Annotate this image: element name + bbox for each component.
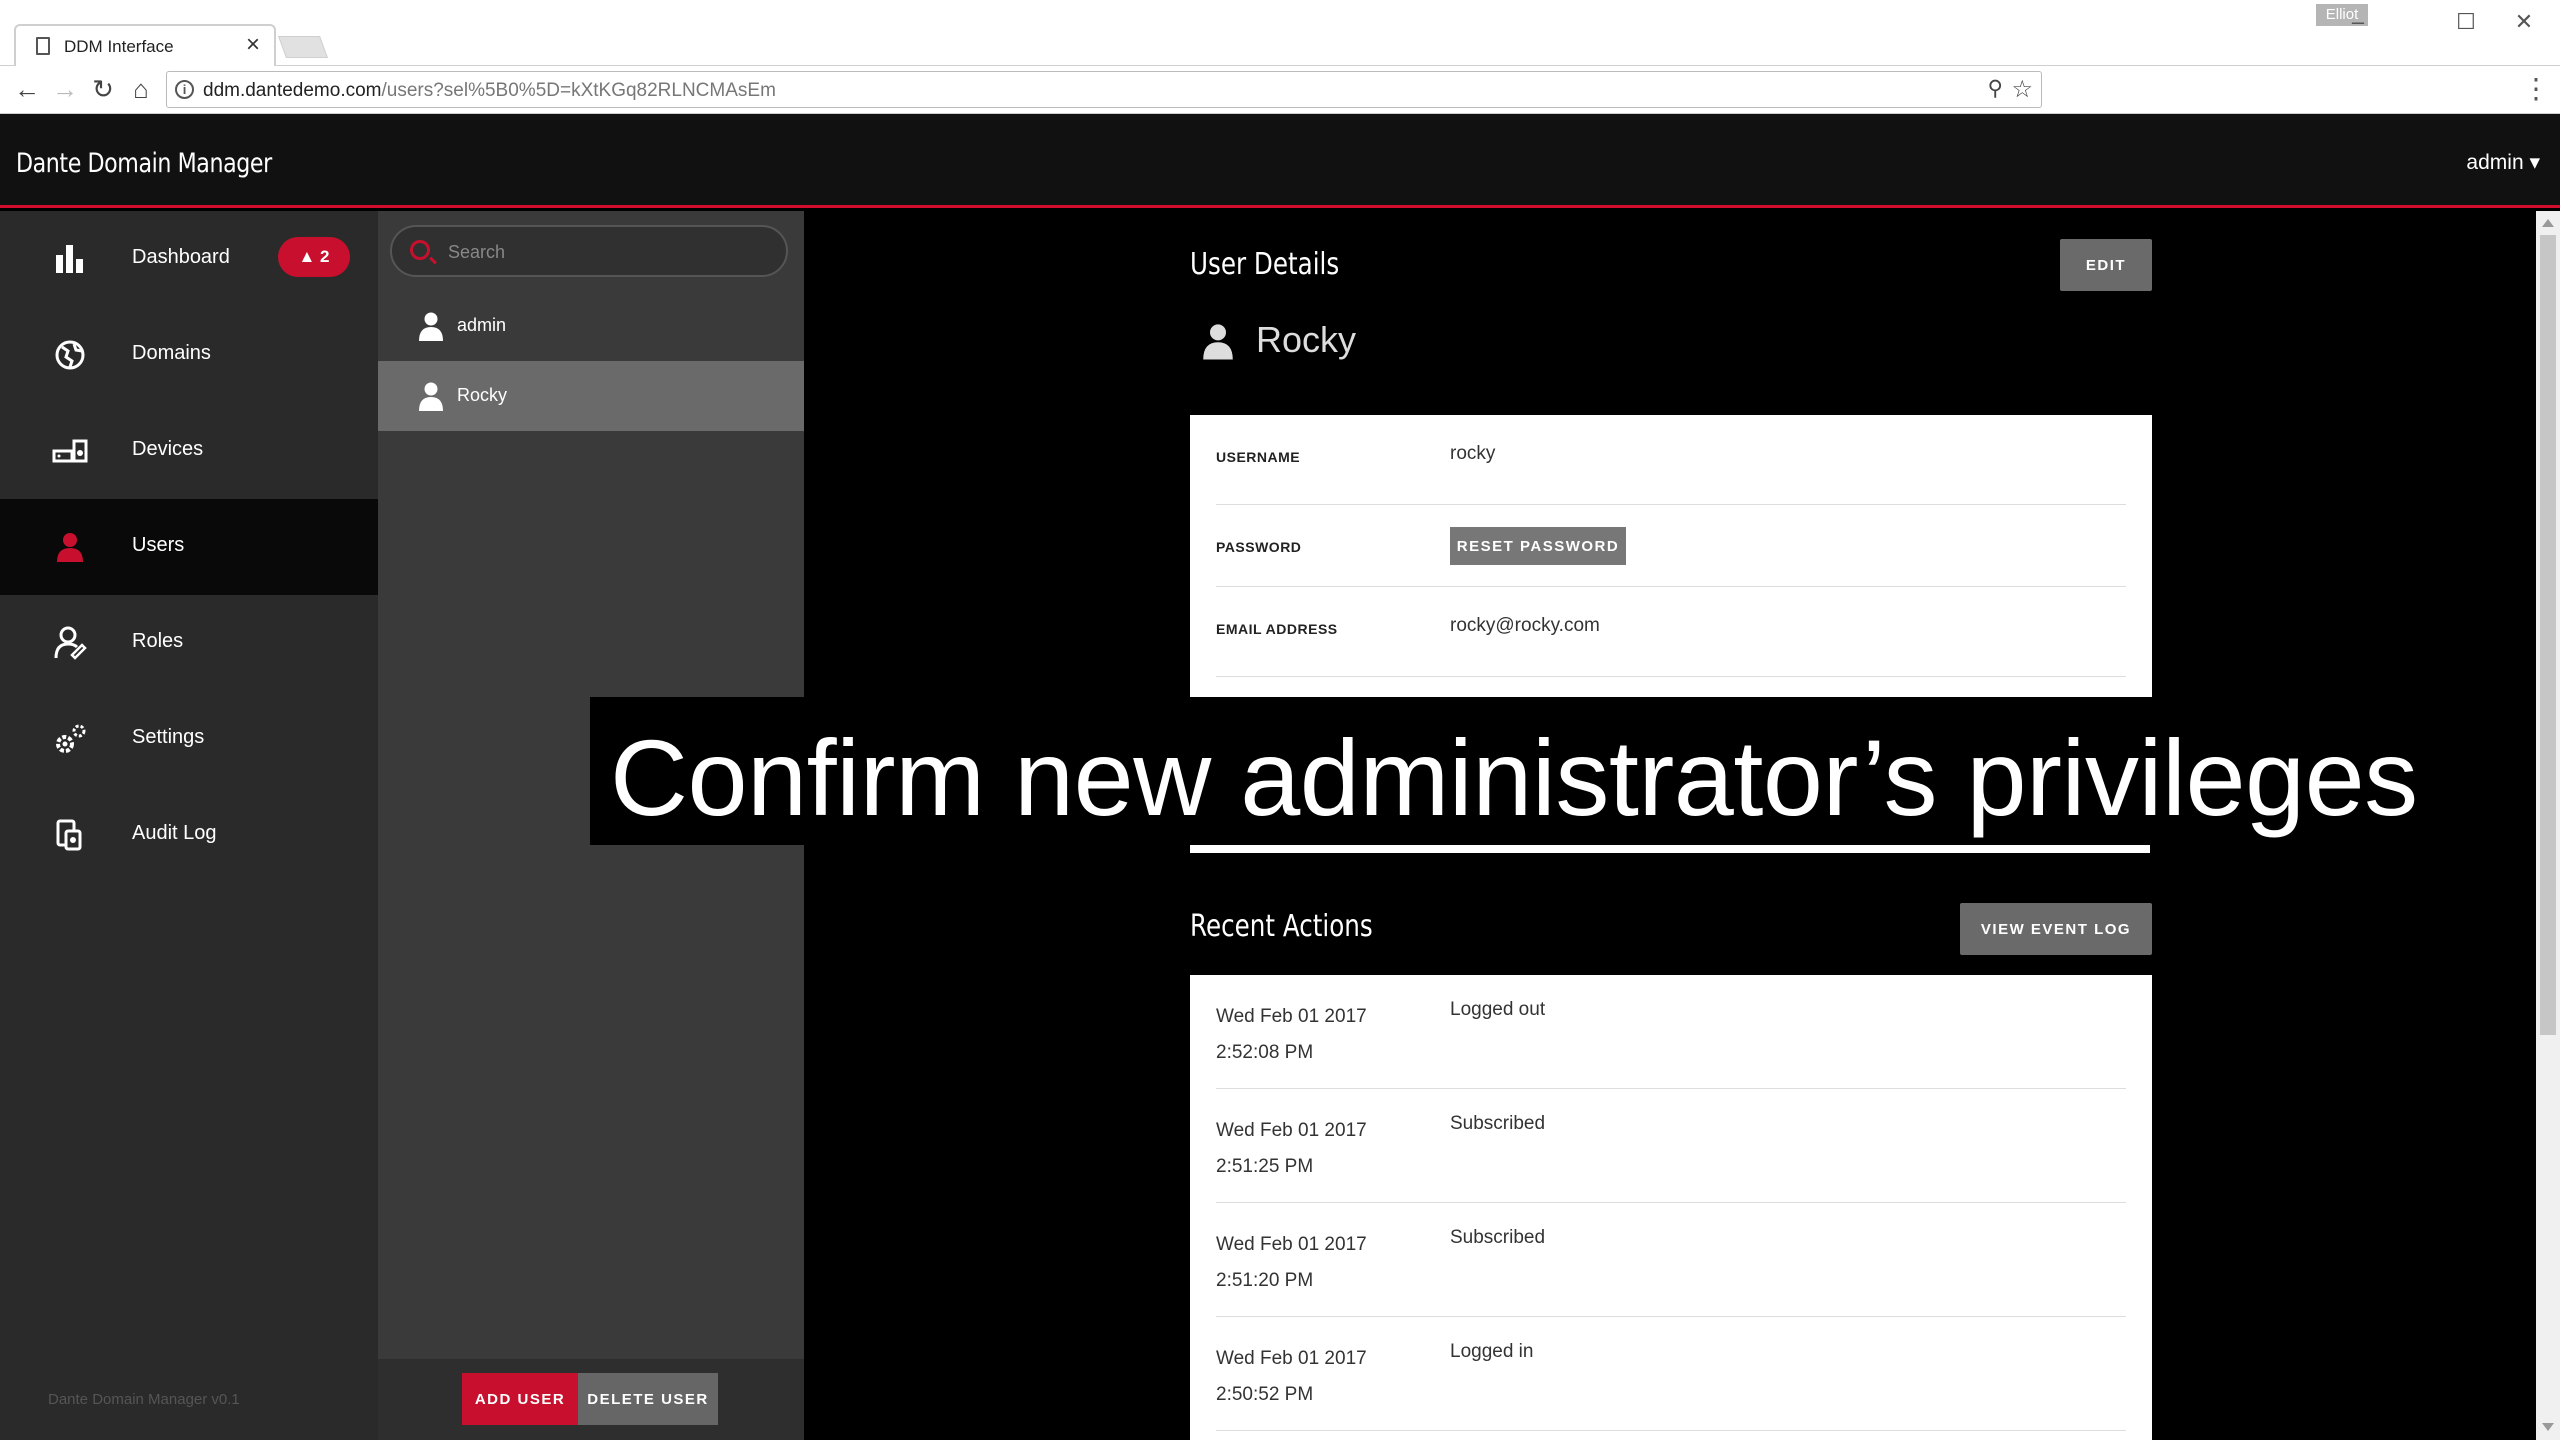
key-icon[interactable]: ⚲ — [1988, 76, 2003, 101]
list-footer: ADD USER DELETE USER — [378, 1359, 804, 1440]
brand-title: Dante Domain Manager — [16, 148, 272, 179]
scrollbar[interactable] — [2536, 211, 2560, 1440]
sidebar-item-audit-log[interactable]: Audit Log — [0, 787, 378, 883]
page-icon — [36, 37, 50, 55]
browser-tabstrip: DDM Interface × Elliot – ☐ ✕ — [0, 0, 2560, 66]
sidebar-item-dashboard[interactable]: Dashboard ▲ 2 — [0, 211, 378, 307]
devices-icon — [52, 439, 88, 463]
screen: DDM Interface × Elliot – ☐ ✕ ← → ↻ ⌂ i d… — [0, 0, 2560, 1440]
browser-menu-icon[interactable]: ⋮ — [2522, 72, 2550, 105]
home-icon[interactable]: ⌂ — [124, 72, 158, 106]
sidebar-item-label: Dashboard — [132, 246, 230, 268]
search-input[interactable] — [448, 237, 768, 267]
sidebar-item-label: Devices — [132, 438, 204, 460]
sidebar-item-roles[interactable]: Roles — [0, 595, 378, 691]
scroll-down-icon[interactable] — [2542, 1423, 2554, 1431]
table-row: Wed Feb 01 2017 2:51:25 PM Subscribed — [1216, 1089, 2126, 1203]
audit-log-icon — [56, 819, 82, 851]
sidebar-item-users[interactable]: Users — [0, 499, 378, 595]
username-row: USERNAME rocky — [1216, 415, 2126, 505]
recent-actions-title: Recent Actions — [1190, 909, 1373, 944]
sidebar-item-label: Users — [132, 534, 185, 556]
divider — [1190, 845, 2150, 853]
sidebar: Dashboard ▲ 2 Domains Devices Users Role… — [0, 211, 378, 1440]
user-details-title: User Details — [1190, 247, 1340, 282]
username-label: USERNAME — [1216, 449, 1301, 465]
action-text: Subscribed — [1450, 1113, 1546, 1134]
reset-password-button[interactable]: RESET PASSWORD — [1450, 527, 1626, 565]
email-row: EMAIL ADDRESS rocky@rocky.com — [1216, 587, 2126, 677]
user-display-name: Rocky — [1256, 319, 1357, 360]
gears-icon — [56, 724, 86, 753]
close-tab-icon[interactable]: × — [246, 33, 260, 57]
email-label: EMAIL ADDRESS — [1216, 621, 1338, 637]
user-name: admin — [457, 315, 507, 335]
action-datetime: Wed Feb 01 2017 2:50:52 PM — [1216, 1348, 1367, 1405]
caption-text: Confirm new administrator’s privileges — [610, 717, 2418, 838]
user-icon — [57, 533, 83, 562]
new-tab-button[interactable] — [277, 36, 329, 58]
person-icon — [419, 312, 443, 341]
delete-user-button[interactable]: DELETE USER — [578, 1373, 718, 1425]
action-text: Logged out — [1450, 999, 1546, 1020]
info-icon[interactable]: i — [175, 80, 194, 99]
reload-icon[interactable]: ↻ — [86, 72, 120, 106]
close-window-icon[interactable]: ✕ — [2504, 4, 2544, 40]
username-value: rocky — [1450, 443, 1496, 464]
search-box[interactable] — [390, 225, 788, 277]
maximize-icon[interactable]: ☐ — [2446, 4, 2486, 40]
bookmark-star-icon[interactable]: ☆ — [2011, 75, 2033, 104]
globe-icon — [55, 340, 85, 370]
user-name: Rocky — [457, 385, 508, 405]
password-row: PASSWORD RESET PASSWORD — [1216, 505, 2126, 587]
view-event-log-button[interactable]: VIEW EVENT LOG — [1960, 903, 2152, 955]
scroll-up-icon[interactable] — [2542, 219, 2554, 227]
roles-icon — [54, 626, 87, 660]
forward-icon[interactable]: → — [48, 72, 82, 106]
edit-button[interactable]: EDIT — [2060, 239, 2152, 291]
table-row: Wed Feb 01 2017 2:52:08 PM Logged out — [1216, 975, 2126, 1089]
sidebar-item-domains[interactable]: Domains — [0, 307, 378, 403]
version-label: Dante Domain Manager v0.1 — [48, 1391, 240, 1408]
browser-toolbar: ← → ↻ ⌂ i ddm.dantedemo.com/users?sel%5B… — [0, 66, 2560, 114]
action-text: Subscribed — [1450, 1227, 1546, 1248]
user-list: admin Rocky — [378, 291, 804, 1426]
address-bar[interactable]: i ddm.dantedemo.com/users?sel%5B0%5D=kXt… — [166, 71, 2042, 108]
recent-actions-card: Wed Feb 01 2017 2:52:08 PM Logged out Wed… — [1190, 975, 2152, 1440]
person-icon — [1203, 324, 1233, 360]
sidebar-item-label: Roles — [132, 630, 184, 652]
list-item[interactable]: Rocky — [378, 361, 804, 431]
action-text: Logged in — [1450, 1341, 1534, 1362]
action-datetime: Wed Feb 01 2017 2:51:25 PM — [1216, 1120, 1367, 1177]
sidebar-item-settings[interactable]: Settings — [0, 691, 378, 787]
back-icon[interactable]: ← — [10, 72, 44, 106]
url-text[interactable]: ddm.dantedemo.com/users?sel%5B0%5D=kXtKG… — [203, 80, 776, 102]
browser-tab[interactable]: DDM Interface × — [14, 24, 276, 66]
action-datetime: Wed Feb 01 2017 2:51:20 PM — [1216, 1234, 1367, 1291]
alert-badge[interactable]: ▲ 2 — [278, 237, 350, 277]
action-datetime: Wed Feb 01 2017 2:52:08 PM — [1216, 1006, 1367, 1063]
sidebar-item-label: Audit Log — [132, 822, 217, 844]
caption-overlay: Confirm new administrator’s privileges — [590, 697, 2445, 845]
sidebar-item-devices[interactable]: Devices — [0, 403, 378, 499]
list-item[interactable]: admin — [378, 291, 804, 361]
user-menu[interactable]: admin ▾ — [2466, 150, 2540, 175]
user-details-card: USERNAME rocky PASSWORD RESET PASSWORD E… — [1190, 415, 2152, 697]
search-icon — [410, 240, 430, 260]
sidebar-item-label: Settings — [132, 726, 205, 748]
table-row: Wed Feb 01 2017 2:50:52 PM Logged in — [1216, 1317, 2126, 1431]
add-user-button[interactable]: ADD USER — [462, 1373, 578, 1425]
email-value: rocky@rocky.com — [1450, 615, 1600, 636]
tab-title: DDM Interface — [64, 37, 174, 56]
table-row: Wed Feb 01 2017 2:51:20 PM Subscribed — [1216, 1203, 2126, 1317]
bar-chart-icon — [56, 245, 83, 273]
scroll-thumb[interactable] — [2540, 235, 2556, 1035]
minimize-icon[interactable]: – — [2338, 4, 2378, 40]
person-icon — [419, 382, 443, 411]
sidebar-item-label: Domains — [132, 342, 211, 364]
app-header: Dante Domain Manager admin ▾ — [0, 114, 2560, 208]
password-label: PASSWORD — [1216, 539, 1302, 555]
